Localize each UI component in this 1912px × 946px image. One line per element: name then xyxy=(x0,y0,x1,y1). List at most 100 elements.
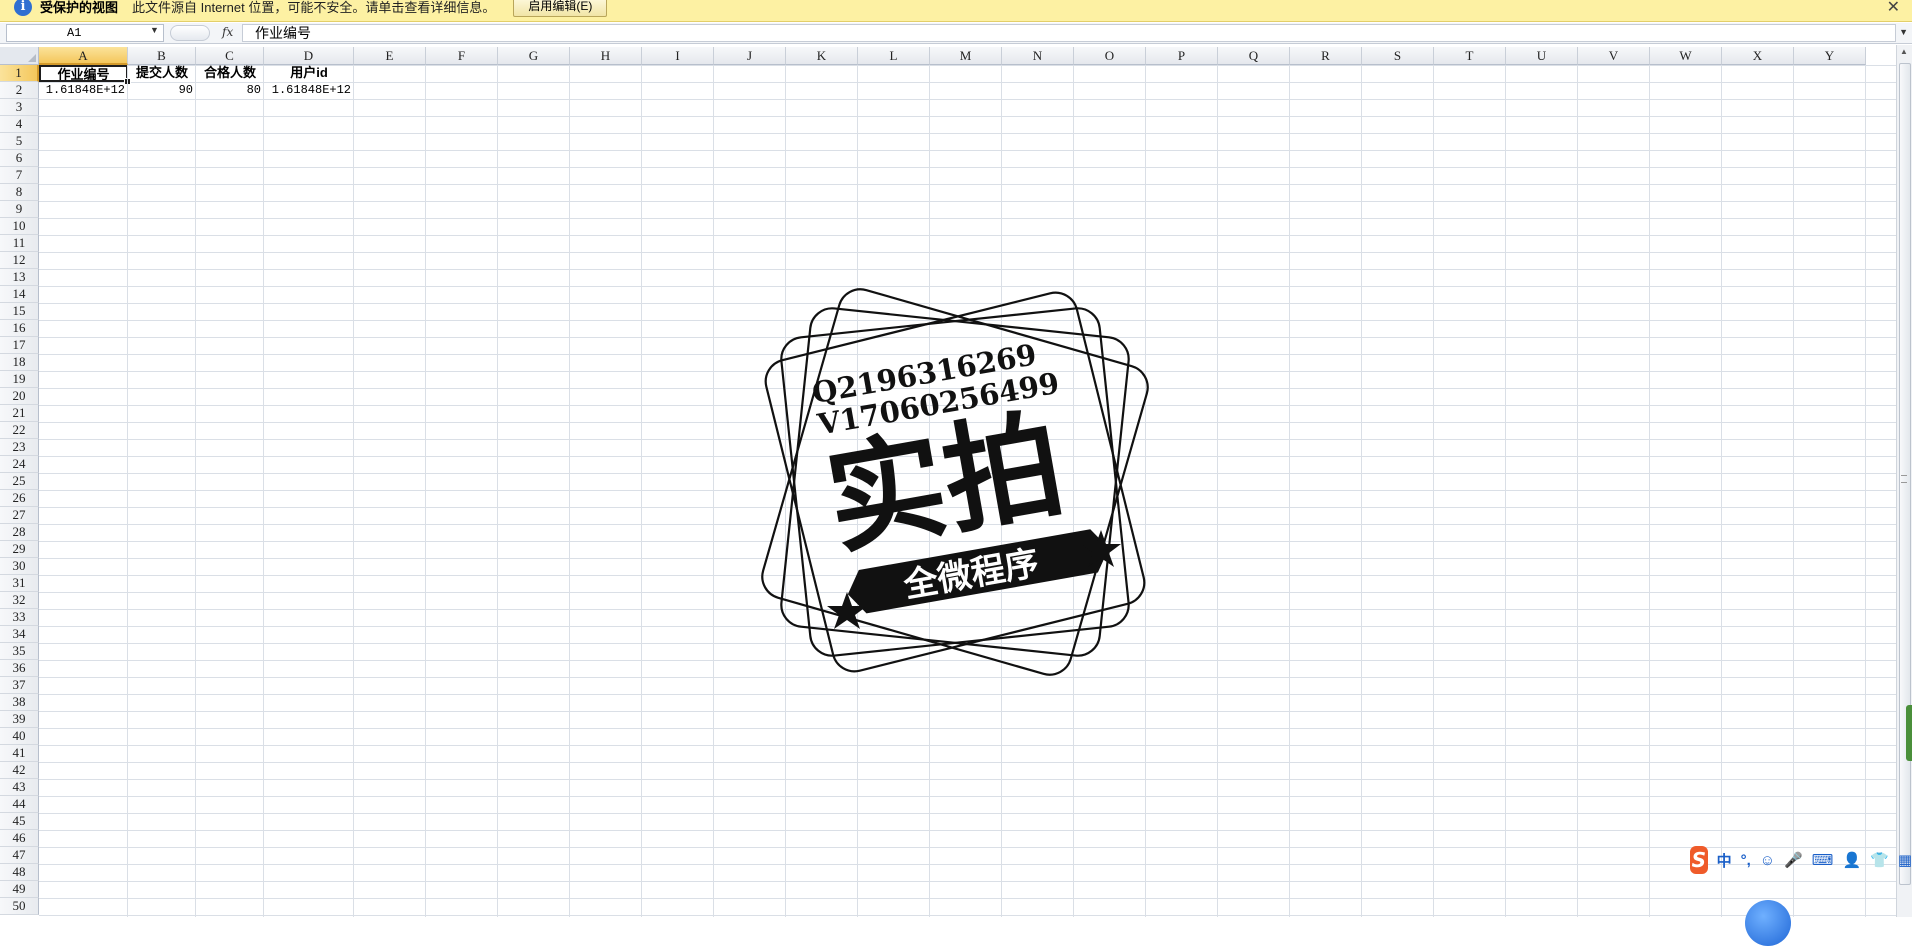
column-header-t[interactable]: T xyxy=(1434,47,1506,65)
row-header-7[interactable]: 7 xyxy=(0,167,39,184)
row-header-4[interactable]: 4 xyxy=(0,116,39,133)
column-header-l[interactable]: L xyxy=(858,47,930,65)
row-header-17[interactable]: 17 xyxy=(0,337,39,354)
column-header-s[interactable]: S xyxy=(1362,47,1434,65)
vertical-scrollbar[interactable]: ▲ xyxy=(1896,45,1912,917)
row-header-19[interactable]: 19 xyxy=(0,371,39,388)
column-header-n[interactable]: N xyxy=(1002,47,1074,65)
row-header-44[interactable]: 44 xyxy=(0,796,39,813)
select-all-button[interactable] xyxy=(0,47,39,65)
cell-c2[interactable]: 80 xyxy=(196,82,264,99)
row-header-39[interactable]: 39 xyxy=(0,711,39,728)
row-header-40[interactable]: 40 xyxy=(0,728,39,745)
row-header-27[interactable]: 27 xyxy=(0,507,39,524)
protected-view-message[interactable]: 此文件源自 Internet 位置，可能不安全。请单击查看详细信息。 xyxy=(132,0,495,16)
row-header-34[interactable]: 34 xyxy=(0,626,39,643)
cell-area[interactable]: 作业编号 提交人数 合格人数 用户id 1.61848E+12 90 80 1.… xyxy=(39,65,1896,917)
column-header-y[interactable]: Y xyxy=(1794,47,1866,65)
column-header-i[interactable]: I xyxy=(642,47,714,65)
row-header-15[interactable]: 15 xyxy=(0,303,39,320)
column-header-w[interactable]: W xyxy=(1650,47,1722,65)
row-header-43[interactable]: 43 xyxy=(0,779,39,796)
column-header-p[interactable]: P xyxy=(1146,47,1218,65)
emoji-icon[interactable]: ☺ xyxy=(1760,852,1775,869)
column-header-v[interactable]: V xyxy=(1578,47,1650,65)
row-header-8[interactable]: 8 xyxy=(0,184,39,201)
row-header-22[interactable]: 22 xyxy=(0,422,39,439)
cell-a2[interactable]: 1.61848E+12 xyxy=(39,82,128,99)
scrollbar-thumb[interactable] xyxy=(1899,63,1911,885)
keyboard-icon[interactable]: ⌨ xyxy=(1812,851,1834,869)
cell-b2[interactable]: 90 xyxy=(128,82,196,99)
row-header-33[interactable]: 33 xyxy=(0,609,39,626)
row-header-21[interactable]: 21 xyxy=(0,405,39,422)
toolbox-icon[interactable]: ▦ xyxy=(1898,851,1912,869)
column-header-e[interactable]: E xyxy=(354,47,426,65)
row-header-26[interactable]: 26 xyxy=(0,490,39,507)
row-header-31[interactable]: 31 xyxy=(0,575,39,592)
column-header-m[interactable]: M xyxy=(930,47,1002,65)
row-header-10[interactable]: 10 xyxy=(0,218,39,235)
punctuation-icon[interactable]: °, xyxy=(1741,852,1751,869)
skin-icon[interactable]: 👕 xyxy=(1870,851,1889,869)
column-header-q[interactable]: Q xyxy=(1218,47,1290,65)
row-header-9[interactable]: 9 xyxy=(0,201,39,218)
side-tab[interactable] xyxy=(1906,705,1912,761)
column-header-f[interactable]: F xyxy=(426,47,498,65)
column-header-u[interactable]: U xyxy=(1506,47,1578,65)
enable-editing-button[interactable]: 启用编辑(E) xyxy=(513,0,608,17)
formula-input[interactable]: 作业编号 xyxy=(242,24,1896,42)
row-header-32[interactable]: 32 xyxy=(0,592,39,609)
cell-d1[interactable]: 用户id xyxy=(264,65,354,82)
row-header-1[interactable]: 1 xyxy=(0,65,39,82)
row-header-29[interactable]: 29 xyxy=(0,541,39,558)
row-header-30[interactable]: 30 xyxy=(0,558,39,575)
expand-formula-icon[interactable]: ▼ xyxy=(1899,27,1908,37)
chevron-down-icon[interactable]: ▼ xyxy=(150,25,159,35)
row-header-48[interactable]: 48 xyxy=(0,864,39,881)
row-header-13[interactable]: 13 xyxy=(0,269,39,286)
insert-function-icon[interactable]: fx xyxy=(222,25,233,39)
column-header-r[interactable]: R xyxy=(1290,47,1362,65)
column-header-h[interactable]: H xyxy=(570,47,642,65)
sogou-logo-icon[interactable]: S xyxy=(1690,846,1708,874)
row-header-49[interactable]: 49 xyxy=(0,881,39,898)
column-header-a[interactable]: A xyxy=(39,47,128,65)
column-header-k[interactable]: K xyxy=(786,47,858,65)
row-header-37[interactable]: 37 xyxy=(0,677,39,694)
row-header-12[interactable]: 12 xyxy=(0,252,39,269)
row-header-25[interactable]: 25 xyxy=(0,473,39,490)
floating-assistant-icon[interactable] xyxy=(1745,900,1791,946)
row-header-24[interactable]: 24 xyxy=(0,456,39,473)
row-header-41[interactable]: 41 xyxy=(0,745,39,762)
column-header-o[interactable]: O xyxy=(1074,47,1146,65)
ime-language-toggle[interactable]: 中 xyxy=(1717,850,1732,871)
row-header-5[interactable]: 5 xyxy=(0,133,39,150)
row-header-11[interactable]: 11 xyxy=(0,235,39,252)
row-header-36[interactable]: 36 xyxy=(0,660,39,677)
user-icon[interactable]: 👤 xyxy=(1842,851,1861,869)
column-header-d[interactable]: D xyxy=(264,47,354,65)
column-header-g[interactable]: G xyxy=(498,47,570,65)
microphone-icon[interactable]: 🎤 xyxy=(1784,851,1803,869)
column-header-b[interactable]: B xyxy=(128,47,196,65)
row-header-18[interactable]: 18 xyxy=(0,354,39,371)
formula-bar-splitter[interactable] xyxy=(170,25,210,41)
cell-b1[interactable]: 提交人数 xyxy=(128,65,196,82)
row-header-35[interactable]: 35 xyxy=(0,643,39,660)
row-header-38[interactable]: 38 xyxy=(0,694,39,711)
row-header-42[interactable]: 42 xyxy=(0,762,39,779)
cell-a1[interactable]: 作业编号 xyxy=(39,65,128,82)
cell-c1[interactable]: 合格人数 xyxy=(196,65,264,82)
row-header-47[interactable]: 47 xyxy=(0,847,39,864)
row-header-45[interactable]: 45 xyxy=(0,813,39,830)
row-header-6[interactable]: 6 xyxy=(0,150,39,167)
row-header-23[interactable]: 23 xyxy=(0,439,39,456)
column-header-x[interactable]: X xyxy=(1722,47,1794,65)
row-header-3[interactable]: 3 xyxy=(0,99,39,116)
column-header-j[interactable]: J xyxy=(714,47,786,65)
row-header-50[interactable]: 50 xyxy=(0,898,39,915)
cell-d2[interactable]: 1.61848E+12 xyxy=(264,82,354,99)
row-header-2[interactable]: 2 xyxy=(0,82,39,99)
row-header-16[interactable]: 16 xyxy=(0,320,39,337)
